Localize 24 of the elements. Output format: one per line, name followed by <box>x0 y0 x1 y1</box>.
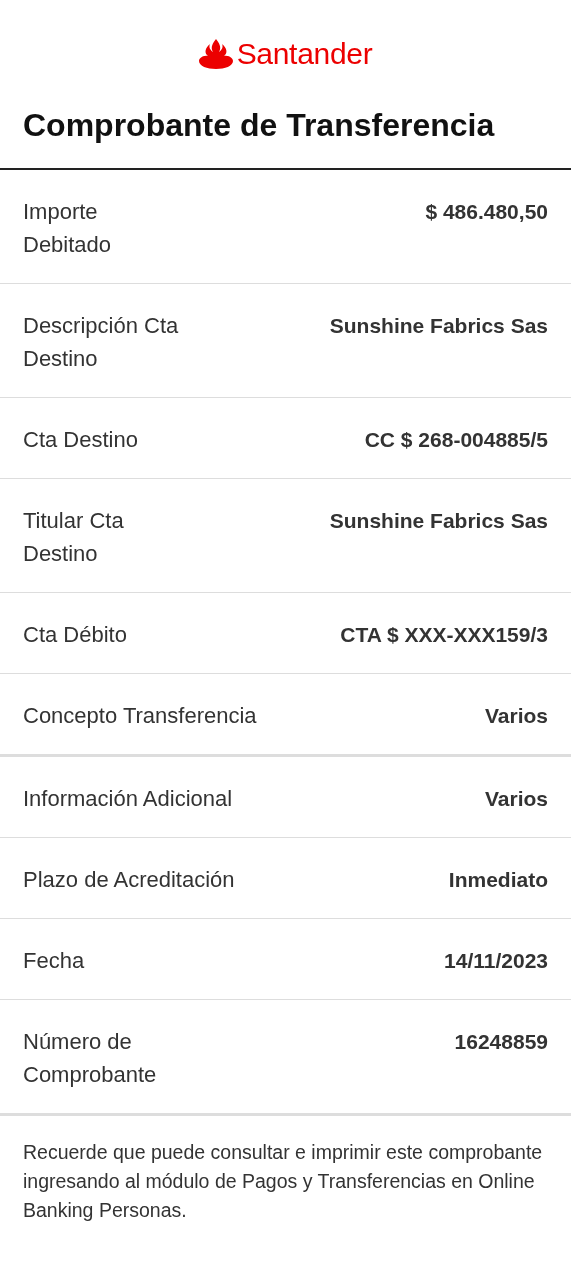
field-value: Sunshine Fabrics Sas <box>329 313 548 340</box>
field-label: Número de Comprobante <box>23 1028 157 1090</box>
field-value: 14/11/2023 <box>444 948 548 975</box>
brand-name: Santander <box>236 39 373 69</box>
field-value: Sunshine Fabrics Sas <box>329 508 548 535</box>
field-label: Importe Debitado <box>23 198 112 260</box>
field-label: Titular Cta Destino <box>23 507 124 569</box>
field-label: Cta Débito <box>23 621 127 650</box>
field-value: CTA $ XXX-XXX159/3 <box>340 622 548 649</box>
field-label: Información Adicional <box>23 785 233 814</box>
field-label: Concepto Transferencia <box>23 702 257 731</box>
field-value: Varios <box>484 786 548 813</box>
field-value: CC $ 268-004885/5 <box>364 427 548 454</box>
field-label: Fecha <box>23 947 85 976</box>
field-label: Cta Destino <box>23 426 138 455</box>
field-value: Inmediato <box>448 867 548 894</box>
field-value: Varios <box>484 703 548 730</box>
field-value: 16248859 <box>454 1029 548 1056</box>
flame-logo-icon <box>198 37 233 71</box>
field-label: Plazo de Acreditación <box>23 866 235 895</box>
page-title: Comprobante de Transferencia <box>0 88 571 171</box>
field-label: Descripción Cta Destino <box>23 312 179 374</box>
footer-note: Recuerde que puede consultar e imprimir este comprobante ingresando al módulo de Pagos y Transferencias en Online Banking Personas. <box>22 1140 544 1224</box>
field-value: $ 486.480,50 <box>425 199 548 226</box>
